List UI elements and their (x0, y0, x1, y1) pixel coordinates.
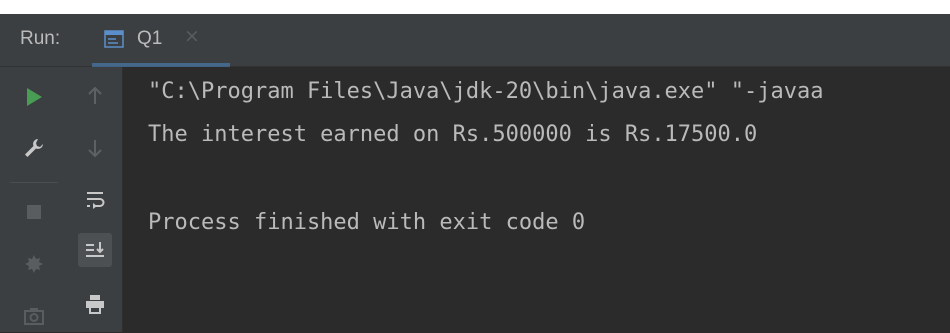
stop-icon[interactable] (17, 195, 51, 229)
console-line-output: The interest earned on Rs.500000 is Rs.1… (148, 122, 758, 147)
console-icon (104, 30, 124, 48)
scroll-to-end-icon[interactable] (78, 233, 112, 267)
console-line-command: "C:\Program Files\Java\jdk-20\bin\java.e… (148, 79, 824, 104)
soft-wrap-icon[interactable] (78, 183, 112, 217)
rerun-icon[interactable] (17, 80, 51, 114)
print-icon[interactable] (78, 287, 112, 321)
window-top-edge (0, 0, 950, 14)
restore-layout-icon[interactable] (17, 247, 51, 281)
toolbar-separator (10, 182, 58, 183)
close-icon[interactable]: × (184, 25, 200, 47)
wrench-icon[interactable] (17, 131, 51, 165)
left-toolbar (0, 67, 68, 332)
console-toolbar (68, 67, 123, 332)
run-label: Run: (20, 28, 61, 49)
tab-title: Q1 (137, 28, 163, 49)
console-line-exit: Process finished with exit code 0 (148, 210, 586, 235)
run-panel-header: Run: Q1 × (0, 14, 950, 67)
tab-q1[interactable]: Q1 × (92, 14, 230, 67)
camera-icon[interactable] (17, 299, 51, 333)
down-arrow-icon[interactable] (78, 131, 112, 165)
console-output[interactable]: "C:\Program Files\Java\jdk-20\bin\java.e… (123, 67, 950, 332)
up-arrow-icon[interactable] (78, 79, 112, 113)
